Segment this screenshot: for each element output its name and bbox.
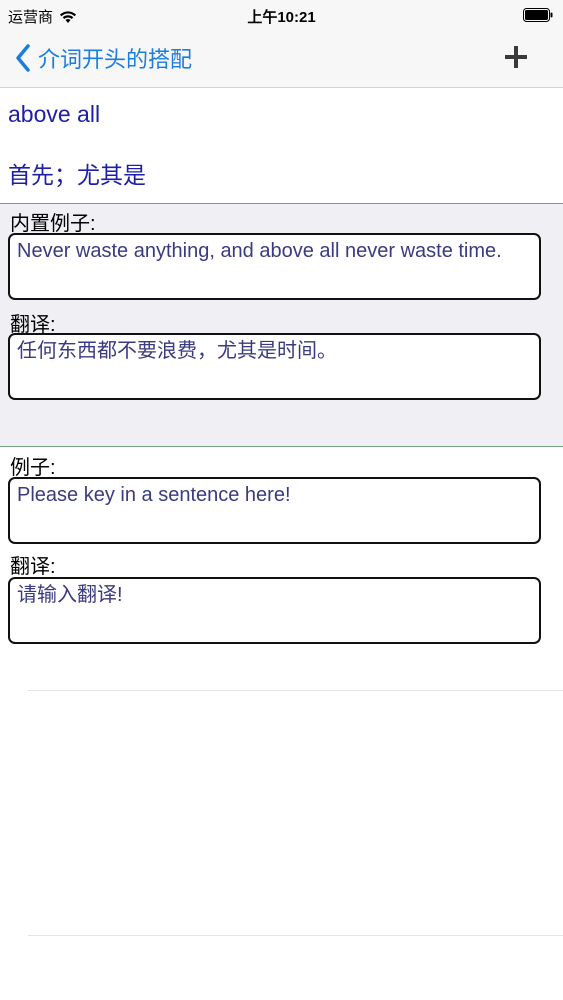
phrase-title: above all — [8, 101, 101, 127]
translation-input[interactable]: 请输入翻译! — [8, 577, 541, 644]
builtin-example-section: 内置例子: Never waste anything, and above al… — [0, 204, 563, 447]
table-separator — [28, 935, 563, 936]
table-separator — [28, 690, 563, 691]
status-time: 上午10:21 — [247, 9, 316, 26]
phrase-meaning: 首先；尤其是 — [8, 162, 146, 188]
user-example-label: 例子: — [10, 457, 56, 479]
battery-icon — [523, 8, 553, 22]
example-input[interactable]: Please key in a sentence here! — [8, 477, 541, 544]
builtin-translation-text: 任何东西都不要浪费，尤其是时间。 — [8, 333, 541, 400]
user-translation-label: 翻译: — [10, 556, 56, 578]
status-bar: 运营商 上午10:21 — [0, 0, 563, 30]
user-example-section: 例子: Please key in a sentence here! 翻译: 请… — [0, 447, 563, 687]
back-button[interactable]: 介词开头的搭配 — [14, 42, 192, 74]
chevron-left-icon — [16, 44, 30, 72]
word-entry: above all 首先；尤其是 — [0, 88, 563, 204]
plus-icon[interactable] — [503, 44, 529, 70]
navigation-bar: 介词开头的搭配 — [0, 30, 563, 88]
builtin-example-text: Never waste anything, and above all neve… — [8, 233, 541, 300]
builtin-example-label: 内置例子: — [10, 213, 96, 235]
back-button-label: 介词开头的搭配 — [38, 47, 193, 72]
